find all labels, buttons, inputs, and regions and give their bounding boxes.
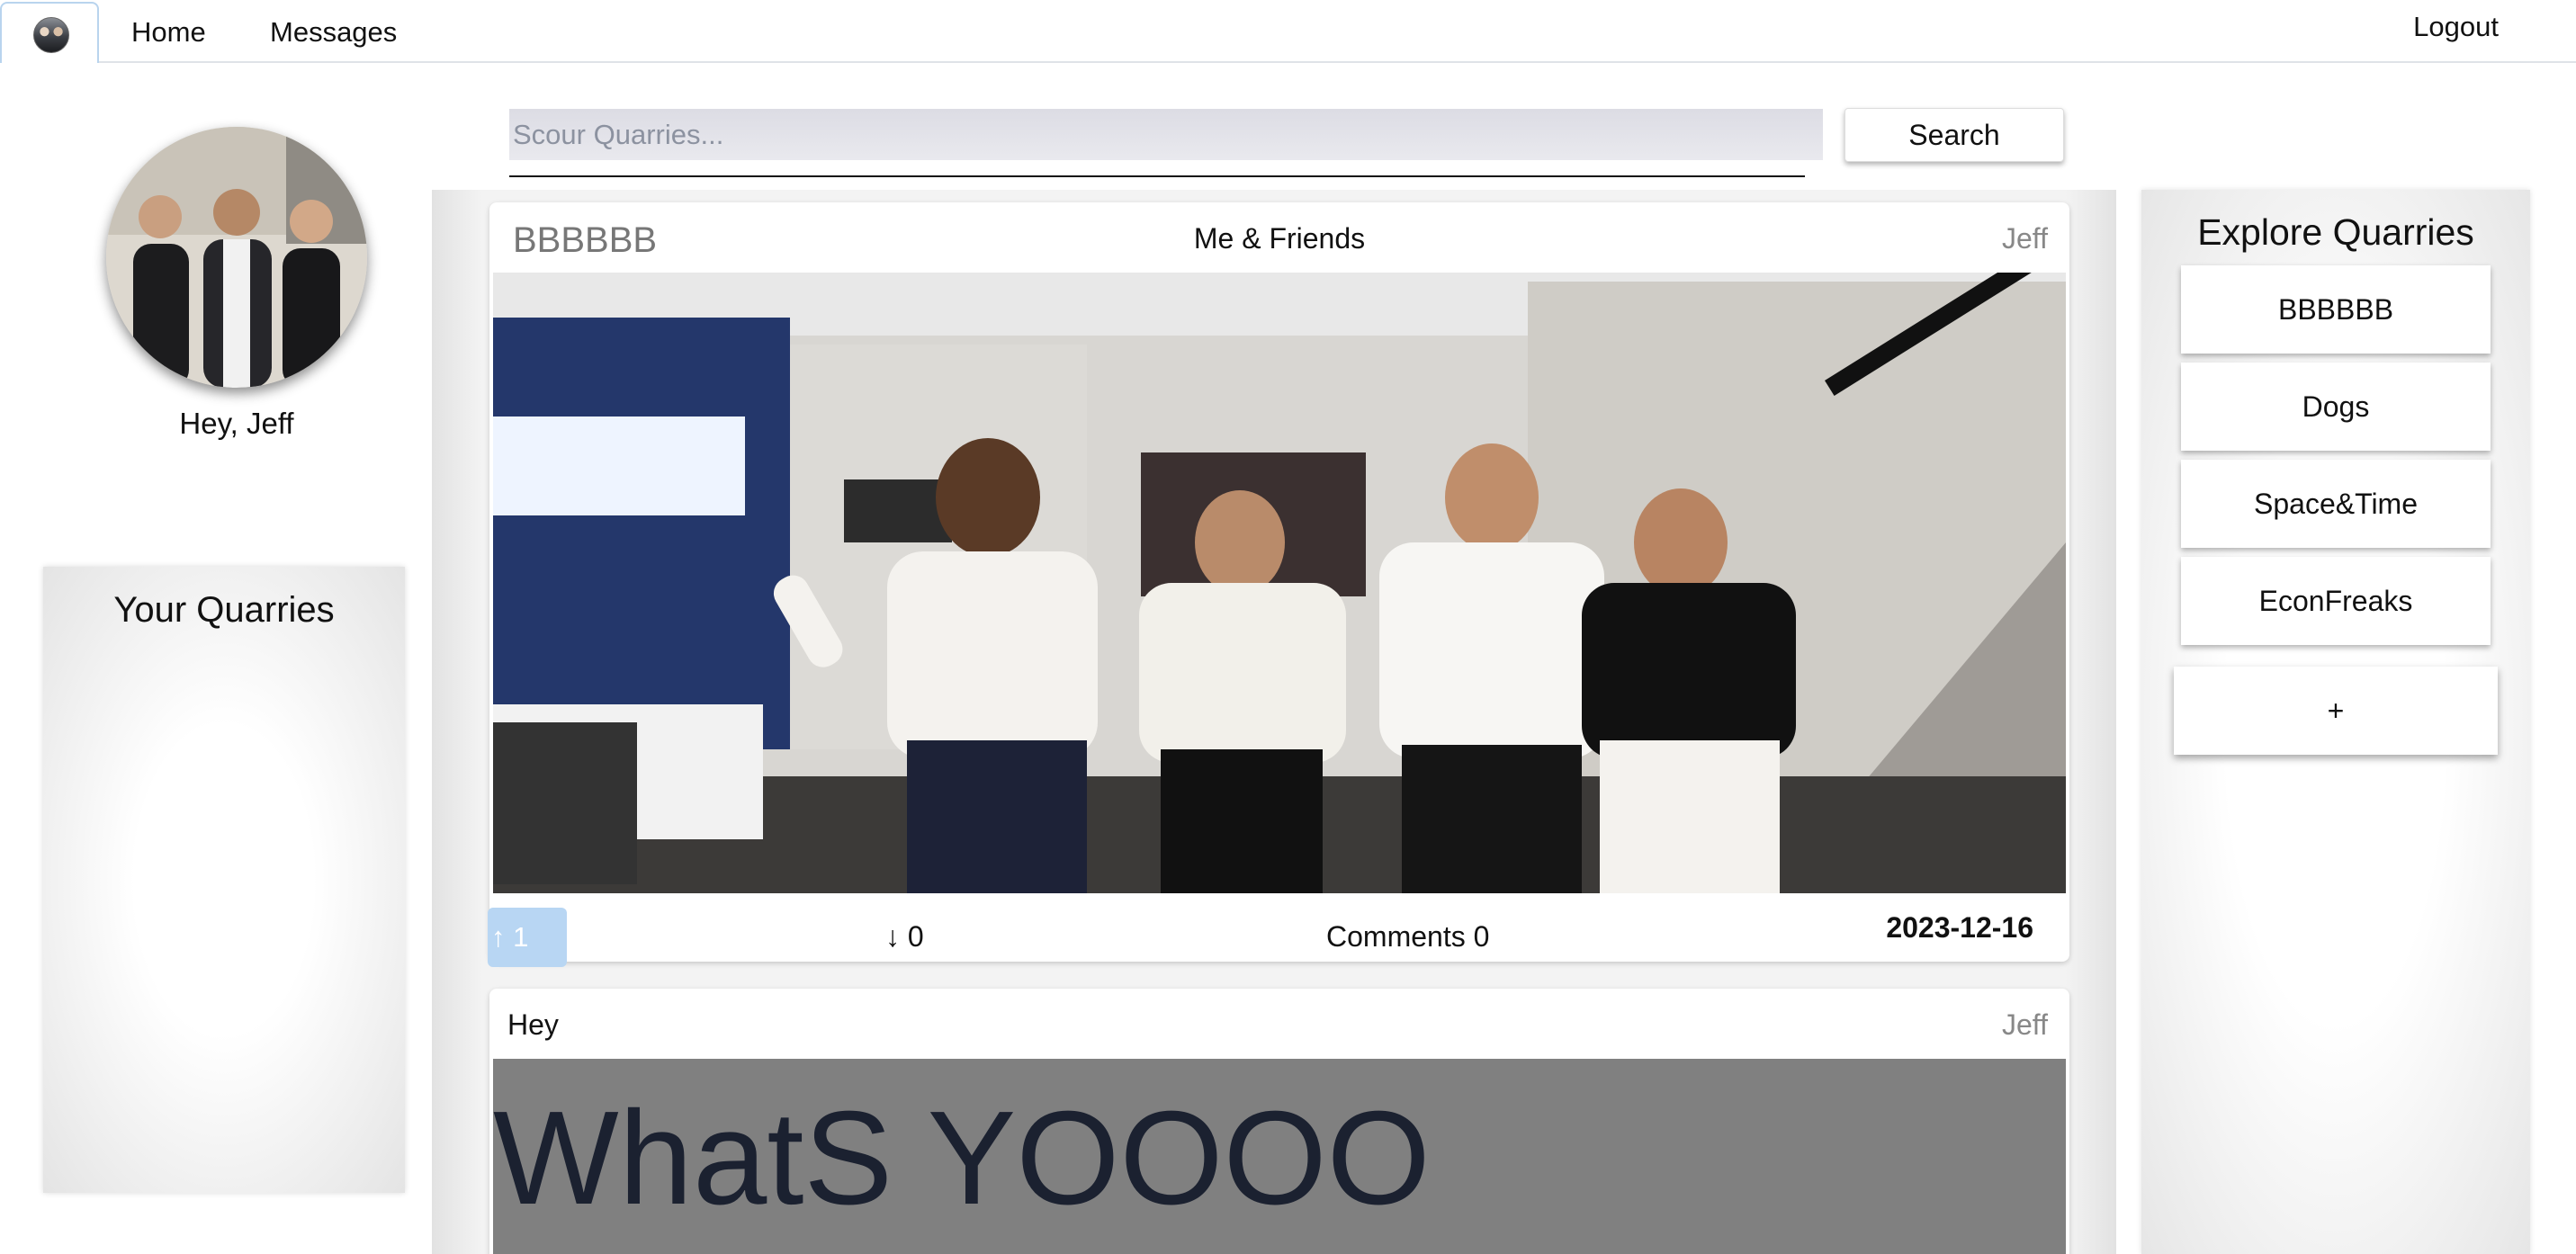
search-button[interactable]: Search: [1844, 108, 2064, 162]
text-post-body: WhatS YOOOO: [493, 1059, 2066, 1254]
profile-photo: [106, 127, 367, 388]
explore-item-dogs[interactable]: Dogs: [2181, 363, 2491, 451]
explore-quarries-title: Explore Quarries: [2197, 211, 2474, 253]
your-quarries-title: Your Quarries: [113, 590, 335, 630]
post-date: 2023-12-16: [1886, 911, 2033, 944]
nav-home-link[interactable]: Home: [131, 16, 206, 49]
add-quarry-button[interactable]: +: [2174, 667, 2498, 755]
post-image: [493, 273, 2066, 893]
downvote-button[interactable]: ↓ 0: [885, 920, 924, 954]
search-underline: [509, 175, 1805, 177]
nav-messages-link[interactable]: Messages: [270, 16, 397, 49]
logout-link[interactable]: Logout: [2413, 11, 2499, 43]
avatar[interactable]: [33, 17, 69, 53]
top-nav: Home Messages Logout: [0, 0, 2576, 63]
text-post-content: WhatS YOOOO: [493, 1084, 1431, 1232]
explore-item-space-time[interactable]: Space&Time: [2181, 460, 2491, 548]
comments-link[interactable]: Comments 0: [1326, 920, 1489, 954]
explore-item-econfreaks[interactable]: EconFreaks: [2181, 557, 2491, 645]
nav-avatar-tab[interactable]: [0, 2, 99, 63]
feed: BBBBBB Me & Friends Jeff ↑ 1 ↓ 0 Comment…: [432, 190, 2116, 1254]
post-card[interactable]: Hey Jeff WhatS YOOOO: [489, 989, 2069, 1254]
upvote-button[interactable]: ↑ 1: [488, 908, 567, 967]
post-author[interactable]: Jeff: [2002, 222, 2048, 255]
explore-quarries-panel: Explore Quarries BBBBBB Dogs Space&Time …: [2141, 190, 2530, 1254]
post-title: Hey: [507, 1008, 559, 1041]
post-title: Me & Friends: [1193, 222, 1366, 255]
greeting-text: Hey, Jeff: [179, 407, 294, 440]
search-input[interactable]: [509, 109, 1823, 160]
post-author[interactable]: Jeff: [2002, 1008, 2048, 1042]
post-card[interactable]: BBBBBB Me & Friends Jeff ↑ 1 ↓ 0 Comment…: [488, 202, 2069, 967]
explore-item-bbbbbb[interactable]: BBBBBB: [2181, 265, 2491, 354]
your-quarries-panel: Your Quarries: [43, 567, 405, 1193]
